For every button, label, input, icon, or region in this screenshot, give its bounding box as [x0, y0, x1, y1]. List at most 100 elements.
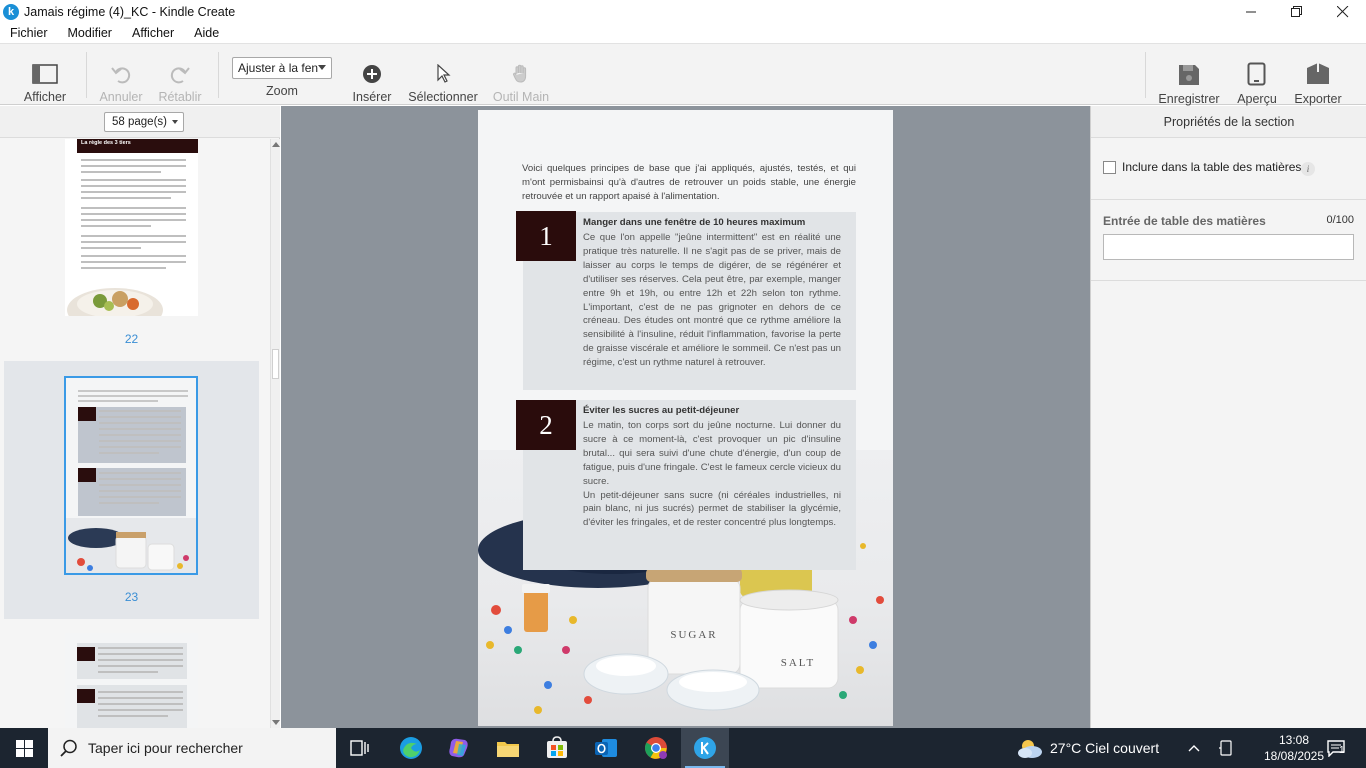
principle-number-2: 2: [516, 400, 576, 450]
title-bar: k Jamais régime (4)_KC - Kindle Create: [0, 0, 1366, 23]
edge-browser-icon: [400, 737, 422, 759]
inserer-button[interactable]: Insérer: [347, 44, 397, 106]
thumbnail-page-23[interactable]: 23: [4, 361, 259, 619]
salt-jar-label: SALT: [781, 657, 816, 669]
divider: [1091, 199, 1366, 200]
close-button[interactable]: [1320, 0, 1366, 23]
chevron-down-icon: [172, 120, 178, 124]
toc-entry-label: Entrée de table des matières: [1103, 214, 1266, 228]
taskbar-search[interactable]: Taper ici pour rechercher: [48, 728, 336, 768]
task-view-button[interactable]: [336, 728, 384, 768]
principle-body-1: Ce que l'on appelle "jeûne intermittent"…: [583, 232, 841, 369]
document-page[interactable]: SUGAR SALT Voici quelques principes de b…: [478, 110, 893, 726]
toolbar-divider: [218, 52, 219, 98]
display-tray-button[interactable]: [1214, 728, 1238, 768]
thumbnail-page-22[interactable]: La règle des 3 tiers 22: [4, 139, 259, 359]
chevron-down-icon: [318, 65, 326, 70]
retablir-button[interactable]: Rétablir: [155, 44, 205, 106]
minimize-icon: [1245, 11, 1256, 13]
sugar-salt-image: [66, 518, 196, 573]
close-icon: [1337, 5, 1349, 17]
toc-entry-input[interactable]: [1103, 234, 1354, 260]
scrollbar-thumb[interactable]: [272, 349, 279, 379]
exporter-label: Exporter: [1294, 92, 1342, 106]
save-icon: [1179, 65, 1199, 85]
section-properties-title: Propriétés de la section: [1091, 106, 1366, 138]
window-title: Jamais régime (4)_KC - Kindle Create: [24, 4, 236, 19]
thumbnail-list: La règle des 3 tiers 22 23: [0, 139, 270, 728]
enregistrer-label: Enregistrer: [1158, 92, 1220, 106]
include-toc-row[interactable]: Inclure dans la table des matières: [1103, 160, 1301, 174]
principle-body-2: Le matin, ton corps sort du jeûne noctur…: [583, 419, 841, 530]
taskbar-file-explorer[interactable]: [484, 728, 532, 768]
annuler-button[interactable]: Annuler: [96, 44, 146, 106]
taskbar-outlook[interactable]: [582, 728, 630, 768]
apercu-label: Aperçu: [1237, 92, 1277, 106]
export-box-icon: [1307, 63, 1329, 84]
intro-paragraph[interactable]: Voici quelques principes de base que j'a…: [522, 162, 856, 204]
task-view-icon: [350, 740, 369, 756]
kindle-create-logo-icon: k: [3, 3, 19, 20]
section-properties-panel: Propriétés de la section Inclure dans la…: [1090, 106, 1366, 728]
principle-number-1: 1: [516, 211, 576, 261]
include-toc-label: Inclure dans la table des matières: [1122, 160, 1302, 174]
menu-modifier[interactable]: Modifier: [58, 26, 122, 40]
page-count-select[interactable]: 58 page(s): [104, 112, 184, 132]
thumbnail-image-page-24: [65, 633, 198, 728]
page-thumbnails-panel: 58 page(s) La règle des 3 tiers 22 23: [0, 106, 280, 728]
folder-icon: [497, 742, 519, 757]
pointer-icon: [437, 64, 451, 83]
menu-aide[interactable]: Aide: [184, 26, 229, 40]
inserer-label: Insérer: [352, 90, 392, 104]
display-icon: [1219, 740, 1232, 756]
outlook-icon: [595, 739, 617, 757]
taskbar-copilot[interactable]: [435, 728, 483, 768]
enregistrer-button[interactable]: Enregistrer: [1157, 44, 1221, 106]
sidebar-view-icon: [32, 64, 58, 84]
restore-button[interactable]: [1274, 0, 1320, 23]
page-count-value: 58 page(s): [112, 116, 167, 128]
toolbar: Afficher Annuler Rétablir Ajuster à la f…: [0, 43, 1366, 106]
thumbnail-page-24[interactable]: [4, 633, 259, 728]
include-toc-checkbox[interactable]: [1103, 160, 1116, 174]
zoom-select[interactable]: Ajuster à la fen: [232, 57, 332, 79]
info-icon[interactable]: i: [1301, 162, 1315, 176]
apercu-button[interactable]: Aperçu: [1232, 44, 1282, 106]
menu-fichier[interactable]: Fichier: [0, 26, 58, 40]
zoom-label: Zoom: [266, 84, 298, 98]
taskbar-edge[interactable]: [387, 728, 435, 768]
taskbar-weather[interactable]: 27°C Ciel couvert: [1016, 728, 1159, 768]
windows-logo-icon: [15, 739, 33, 757]
microsoft-store-icon: [547, 736, 567, 758]
thumbnail-image-page-22: La règle des 3 tiers: [65, 139, 198, 316]
thumbnail-scrollbar[interactable]: [270, 139, 280, 728]
scroll-down-icon[interactable]: [272, 720, 280, 725]
chrome-icon: [645, 737, 667, 759]
toolbar-divider: [86, 52, 87, 98]
outil-main-label: Outil Main: [492, 90, 550, 104]
taskbar-store[interactable]: [533, 728, 581, 768]
chevron-up-icon: [1188, 745, 1200, 752]
notifications-button[interactable]: 1: [1318, 728, 1354, 768]
afficher-label: Afficher: [23, 90, 67, 104]
retablir-label: Rétablir: [158, 90, 202, 104]
thumbnail-image-page-23: [64, 376, 198, 575]
document-canvas: SUGAR SALT Voici quelques principes de b…: [281, 106, 1090, 728]
food-plate-image: [67, 288, 163, 316]
menu-bar: Fichier Modifier Afficher Aide: [0, 23, 1366, 43]
minimize-button[interactable]: [1228, 0, 1274, 23]
afficher-button[interactable]: Afficher: [20, 44, 70, 106]
plus-circle-icon: [363, 65, 381, 83]
exporter-button[interactable]: Exporter: [1292, 44, 1344, 106]
selectionner-button[interactable]: Sélectionner: [405, 44, 481, 106]
scroll-up-icon[interactable]: [272, 142, 280, 147]
taskbar-chrome[interactable]: [632, 728, 680, 768]
menu-afficher[interactable]: Afficher: [122, 26, 184, 40]
outil-main-button[interactable]: Outil Main: [490, 44, 552, 106]
toc-entry-count: 0/100: [1326, 214, 1354, 226]
show-hidden-icons-button[interactable]: [1182, 728, 1206, 768]
device-preview-icon: [1247, 62, 1266, 86]
start-button[interactable]: [0, 728, 48, 768]
taskbar-kindle-create[interactable]: [681, 728, 729, 768]
principle-body-2-paragraph-1: Le matin, ton corps sort du jeûne noctur…: [583, 420, 841, 487]
